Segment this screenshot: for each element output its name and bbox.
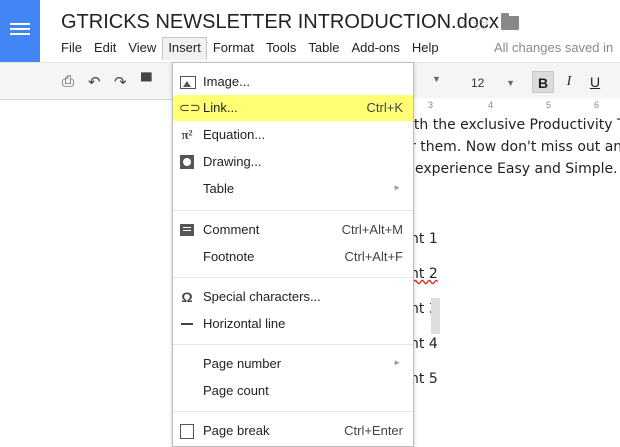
submenu-arrow-icon: ► xyxy=(393,183,401,192)
chevron-down-icon: ▼ xyxy=(506,78,515,88)
menu-file[interactable]: File xyxy=(55,37,88,59)
ruler-mark: 5 xyxy=(546,100,552,110)
omega-icon: Ω xyxy=(181,289,193,305)
menu-item-page-break[interactable]: Page break Ctrl+Enter xyxy=(173,418,413,444)
menu-item-page-number[interactable]: Page number ► xyxy=(173,351,413,377)
font-size-select[interactable]: 12 ▼ xyxy=(462,71,520,93)
drawing-icon xyxy=(179,154,195,170)
docs-home-icon[interactable] xyxy=(0,0,40,62)
italic-button[interactable]: I xyxy=(558,71,580,93)
menu-item-link[interactable]: ⊂⊃ Link... Ctrl+K xyxy=(173,95,413,121)
insert-menu-dropdown: Image... ⊂⊃ Link... Ctrl+K π² Equation..… xyxy=(172,62,414,447)
menu-item-image[interactable]: Image... xyxy=(173,69,413,95)
menu-item-drawing[interactable]: Drawing... xyxy=(173,149,413,175)
link-icon: ⊂⊃ xyxy=(179,100,201,115)
ruler-mark: 6 xyxy=(594,100,600,110)
page-break-icon xyxy=(179,423,195,439)
redo-icon[interactable]: ↷ xyxy=(114,73,127,91)
document-line: experience Easy and Simple. xyxy=(415,161,618,177)
ruler-mark: 4 xyxy=(488,100,494,110)
underline-button[interactable]: U xyxy=(584,71,606,93)
menu-divider xyxy=(173,344,413,345)
list-item: nt 2 xyxy=(410,266,438,282)
star-icon[interactable]: ☆ xyxy=(472,12,490,37)
chevron-down-icon[interactable]: ▼ xyxy=(432,74,441,84)
menu-table[interactable]: Table xyxy=(302,37,345,59)
document-title[interactable]: GTRICKS NEWSLETTER INTRODUCTION.docx xyxy=(61,11,499,34)
menu-item-comment[interactable]: Comment Ctrl+Alt+M xyxy=(173,217,413,243)
menu-addons[interactable]: Add-ons xyxy=(345,37,405,59)
menu-item-table[interactable]: Table ► xyxy=(173,176,413,202)
list-item: nt 4 xyxy=(410,336,438,352)
comment-icon xyxy=(179,222,195,238)
equation-icon: π² xyxy=(181,127,193,142)
menu-view[interactable]: View xyxy=(122,37,162,59)
menu-edit[interactable]: Edit xyxy=(88,37,122,59)
submenu-arrow-icon: ► xyxy=(393,358,401,367)
menu-divider xyxy=(173,210,413,211)
shortcut-label: Ctrl+K xyxy=(366,100,403,115)
list-item: nt 5 xyxy=(410,371,438,387)
bold-button[interactable]: B xyxy=(532,71,554,93)
menu-item-horizontal-line[interactable]: Horizontal line xyxy=(173,311,413,337)
menu-item-special-characters[interactable]: Ω Special characters... xyxy=(173,284,413,310)
menu-item-footnote[interactable]: Footnote Ctrl+Alt+F xyxy=(173,244,413,270)
document-line: ith the exclusive Productivity Tip xyxy=(410,117,620,133)
paint-format-icon[interactable]: ▀ xyxy=(141,73,152,90)
menu-bar: File Edit View Insert Format Tools Table Add-on… xyxy=(55,37,445,60)
menu-insert[interactable]: Insert xyxy=(162,37,207,60)
image-icon xyxy=(179,74,196,90)
app-bar: GTRICKS NEWSLETTER INTRODUCTION.docx ☆ F… xyxy=(0,0,620,62)
font-size-value: 12 xyxy=(471,76,485,90)
menu-help[interactable]: Help xyxy=(406,37,445,59)
menu-item-page-count[interactable]: Page count xyxy=(173,378,413,404)
folder-icon[interactable] xyxy=(501,13,519,30)
ruler: 3 4 5 6 xyxy=(410,98,620,112)
print-icon[interactable]: ⎙ xyxy=(62,73,74,90)
shortcut-label: Ctrl+Alt+M xyxy=(341,222,403,237)
shortcut-label: Ctrl+Alt+F xyxy=(344,249,403,264)
undo-icon[interactable]: ↶ xyxy=(88,73,101,91)
document-line: r them. Now don't miss out any xyxy=(410,139,620,155)
menu-divider xyxy=(173,411,413,412)
menu-item-equation[interactable]: π² Equation... xyxy=(173,122,413,148)
menu-tools[interactable]: Tools xyxy=(260,37,302,59)
menu-format[interactable]: Format xyxy=(207,37,260,59)
save-status[interactable]: All changes saved in xyxy=(494,40,613,55)
cursor-marker xyxy=(431,298,440,334)
list-item: nt 1 xyxy=(410,231,438,247)
horizontal-line-icon xyxy=(179,316,195,332)
shortcut-label: Ctrl+Enter xyxy=(344,423,403,438)
ruler-mark: 3 xyxy=(428,100,434,110)
menu-divider xyxy=(173,277,413,278)
